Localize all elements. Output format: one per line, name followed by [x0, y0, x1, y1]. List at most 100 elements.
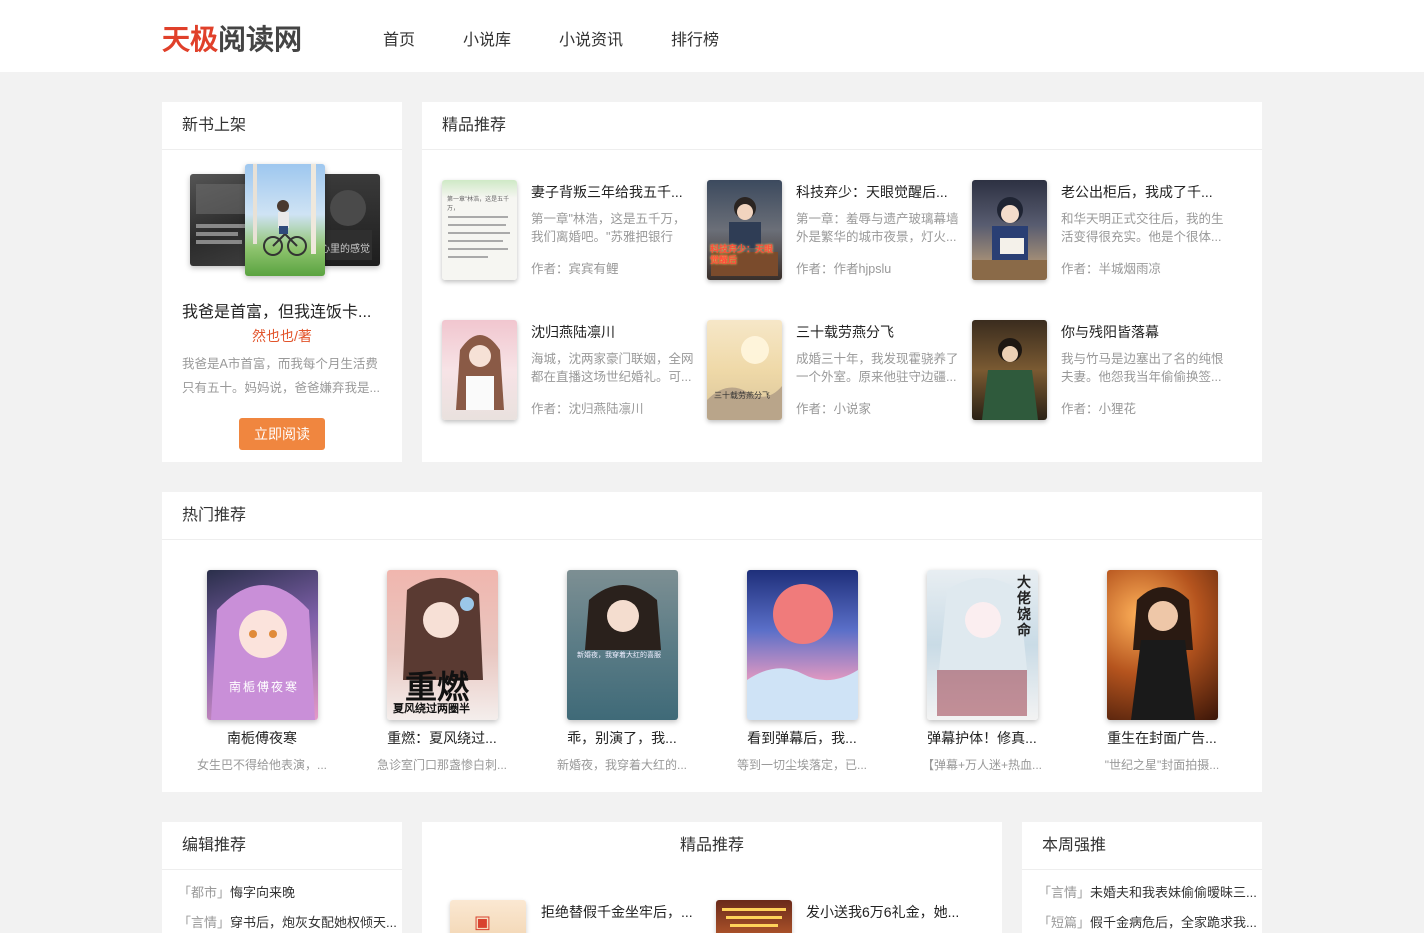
list-item[interactable]: 「都市」悔字向来晚 [178, 882, 295, 901]
book-title[interactable]: 弹幕护体！修真... [882, 728, 1082, 748]
cover-text: 第一章"林浩，这是五千万， [447, 197, 510, 212]
book-cover[interactable] [716, 900, 792, 933]
book-description: 成婚三十年，我发现霍骁养了一个外室。原来他驻守边疆... [796, 352, 959, 384]
section-title-weekly: 本周强推 [1022, 822, 1262, 870]
book-title[interactable]: 科技弃少：天眼觉醒后... [796, 182, 948, 202]
featured-card: 精品推荐 第一章"林浩，这是五千万， 妻子背叛三年给我五千... 第一章"林浩，… [422, 102, 1262, 462]
book-description: 新婚夜，我穿着大红的... [556, 758, 687, 772]
book-cover[interactable] [1107, 570, 1218, 720]
book-title[interactable]: 南栀傅夜寒 [162, 728, 362, 748]
genre-tag: 「言情」 [1038, 885, 1091, 900]
cover-seal-icon: ▣ [474, 912, 492, 932]
book-description: 女生巴不得给他表演，... [196, 758, 327, 772]
section-title-new-books: 新书上架 [162, 102, 402, 150]
new-books-card: 新书上架 心里的感觉 我爸是首富，但我连饭卡... 然也也/著 我爸是A市首富，… [162, 102, 402, 462]
featured-book-item[interactable]: 老公出柜后，我成了千... 和华天明正式交往后，我的生活变得很充实。他是个很体.… [972, 180, 1227, 280]
book-author: 作者：宾宾有鲤 [531, 258, 619, 277]
cover-art-girl [456, 335, 504, 410]
book-title[interactable]: 发小送我6万6礼金，她... [806, 902, 959, 922]
cover-subtitle: 夏风绕过两圈半 [393, 703, 470, 715]
cover-art-prince [972, 197, 1047, 280]
featured-book-item[interactable]: 第一章"林浩，这是五千万， 妻子背叛三年给我五千... 第一章"林浩，这是五千万… [442, 180, 697, 280]
author-label: 作者： [531, 262, 569, 276]
author-name: 宾宾有鲤 [568, 262, 619, 276]
author-name: 小说家 [833, 402, 872, 416]
book-author: 作者：半城烟雨凉 [1061, 258, 1161, 277]
carousel-cover-right[interactable]: 心里的感觉 [318, 174, 380, 266]
author-name: 半城烟雨凉 [1098, 262, 1162, 276]
nav-novel-library[interactable]: 小说库 [463, 26, 511, 50]
list-item-title[interactable]: 穿书后，炮灰女配她权倾天... [230, 915, 397, 930]
book-author: 作者：小说家 [796, 398, 871, 417]
cover-art-anime-girl [211, 585, 315, 720]
book-description: "世纪之星"封面拍摄... [1104, 758, 1220, 772]
featured-book-item[interactable]: 你与残阳皆落幕 我与竹马是边塞出了名的纯恨夫妻。他怨我当年偷偷换签... 作者：… [972, 320, 1227, 420]
list-item-title[interactable]: 假千金病危后，全家跪求我... [1090, 915, 1257, 930]
new-book-author: 然也也/著 [252, 328, 312, 344]
carousel-cover-center[interactable] [245, 164, 325, 276]
book-cover[interactable] [747, 570, 858, 720]
author-label: 作者： [1061, 262, 1099, 276]
section-title-featured2: 精品推荐 [679, 837, 744, 854]
book-cover[interactable]: 科技弃少：天眼觉醒后 [707, 180, 782, 280]
weekly-picks-card: 本周强推 「言情」未婚夫和我表妹偷偷暧昧三... 「短篇」假千金病危后，全家跪求… [1022, 822, 1262, 933]
nav-novel-news[interactable]: 小说资讯 [559, 26, 623, 50]
featured-book-item[interactable]: 科技弃少：天眼觉醒后 科技弃少：天眼觉醒后... 第一章：羞辱与遗产玻璃幕墙外是… [707, 180, 962, 280]
book-title[interactable]: 重燃：夏风绕过... [342, 728, 542, 748]
featured2-card: 精品推荐 ▣ 拒绝替假千金坐牢后，... 发小送我6万6礼金，她... [422, 822, 1002, 933]
featured-book-item[interactable]: 沈归燕陆凛川 海城，沈两家豪门联姻，全网都在直播这场世纪婚礼。可... 作者：沈… [442, 320, 697, 420]
book-title[interactable]: 乖，别演了，我... [522, 728, 722, 748]
nav-rankings[interactable]: 排行榜 [671, 26, 719, 50]
book-cover[interactable]: ▣ [450, 900, 526, 933]
book-title[interactable]: 沈归燕陆凛川 [531, 322, 615, 342]
nav-home[interactable]: 首页 [383, 26, 415, 50]
read-now-button[interactable]: 立即阅读 [239, 418, 325, 450]
cover-art-cyclist [253, 164, 316, 256]
book-title[interactable]: 看到弹幕后，我... [702, 728, 902, 748]
section-title-editor-picks: 编辑推荐 [162, 822, 402, 870]
featured-book-item[interactable]: 三十载劳燕分飞 三十载劳燕分飞 成婚三十年，我发现霍骁养了一个外室。原来他驻守边… [707, 320, 962, 420]
author-label: 作者： [531, 402, 569, 416]
book-cover[interactable]: 新婚夜，我穿着大红的喜服 [567, 570, 678, 720]
book-title[interactable]: 老公出柜后，我成了千... [1061, 182, 1213, 202]
list-item-title[interactable]: 未婚夫和我表妹偷偷暧昧三... [1090, 885, 1257, 900]
cover-text: 三十载劳燕分飞 [714, 391, 770, 400]
book-cover[interactable]: 三十载劳燕分飞 [707, 320, 782, 420]
new-book-title[interactable]: 我爸是首富，但我连饭卡... [182, 298, 371, 322]
book-cover[interactable] [972, 320, 1047, 420]
book-author: 作者：小狸花 [1061, 398, 1136, 417]
author-name: 小狸花 [1098, 402, 1137, 416]
carousel-cover-left[interactable] [190, 174, 252, 266]
section-title-hot: 热门推荐 [162, 492, 1262, 540]
author-name: 沈归燕陆凛川 [568, 402, 644, 416]
cover-art-left [196, 184, 246, 244]
book-title[interactable]: 你与残阳皆落幕 [1061, 322, 1159, 342]
book-cover[interactable] [972, 180, 1047, 280]
list-item[interactable]: 「言情」穿书后，炮灰女配她权倾天... [178, 912, 397, 931]
cover-text: 新婚夜，我穿着大红的喜服 [577, 652, 661, 659]
book-title[interactable]: 重生在封面广告... [1062, 728, 1262, 748]
list-item[interactable]: 「言情」未婚夫和我表妹偷偷暧昧三... [1038, 882, 1257, 901]
cover-art-moon-sky [747, 584, 858, 720]
book-cover[interactable]: 南栀傅夜寒 [207, 570, 318, 720]
site-logo[interactable]: 天极阅读网 [162, 18, 302, 58]
cover-art-text-lines [448, 216, 510, 258]
section-title-featured: 精品推荐 [422, 102, 1262, 150]
book-cover[interactable] [442, 320, 517, 420]
cover-art-warrior [982, 338, 1038, 420]
cover-text: 大佬饶命 [1017, 574, 1031, 638]
cover-text: 南栀傅夜寒 [229, 680, 300, 694]
book-cover[interactable]: 第一章"林浩，这是五千万， [442, 180, 517, 280]
book-author: 作者：沈归燕陆凛川 [531, 398, 644, 417]
list-item[interactable]: 「短篇」假千金病危后，全家跪求我... [1038, 912, 1257, 931]
list-item-title[interactable]: 悔字向来晚 [230, 885, 295, 900]
book-title[interactable]: 三十载劳燕分飞 [796, 322, 894, 342]
cover-text-right: 心里的感觉 [320, 244, 370, 255]
book-cover[interactable]: 重燃 夏风绕过两圈半 [387, 570, 498, 720]
book-cover[interactable]: 大佬饶命 [927, 570, 1038, 720]
hot-card: 热门推荐 南栀傅夜寒 南栀傅夜寒 女生巴不得给他表演，... 重燃 夏风绕过两圈… [162, 492, 1262, 792]
book-title[interactable]: 拒绝替假千金坐牢后，... [541, 902, 693, 922]
book-author: 作者：作者hjpslu [796, 258, 891, 277]
book-description: 第一章"林浩，这是五千万，我们离婚吧。"苏雅把银行卡... [531, 212, 686, 244]
book-title[interactable]: 妻子背叛三年给我五千... [531, 182, 683, 202]
